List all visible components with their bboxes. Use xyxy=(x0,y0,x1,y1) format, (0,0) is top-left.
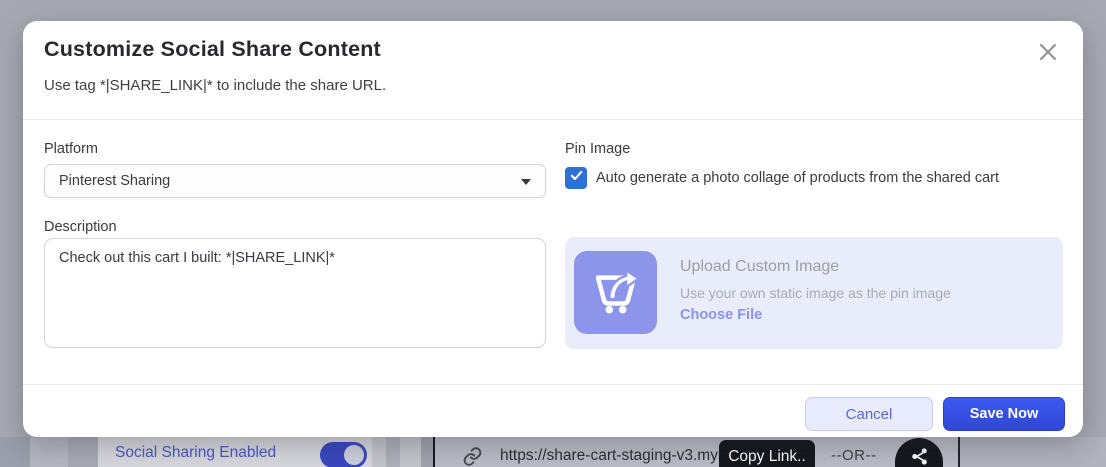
check-icon xyxy=(569,168,584,188)
close-icon xyxy=(1036,40,1060,69)
background-band xyxy=(0,437,30,467)
toggle-knob xyxy=(342,443,366,467)
footer-divider xyxy=(23,384,1083,385)
description-textarea[interactable]: Check out this cart I built: *|SHARE_LIN… xyxy=(44,238,546,348)
share-icon xyxy=(910,447,929,467)
background-band xyxy=(386,437,400,467)
background-band xyxy=(30,437,68,467)
customize-social-share-modal: Customize Social Share Content Use tag *… xyxy=(23,21,1083,437)
platform-selected-value: Pinterest Sharing xyxy=(59,173,171,189)
chevron-down-icon xyxy=(521,179,531,185)
screen: Social Sharing Enabled https://share-car… xyxy=(0,0,1106,467)
pin-image-label: Pin Image xyxy=(565,141,631,157)
close-button[interactable] xyxy=(1035,41,1061,67)
choose-file-link[interactable]: Choose File xyxy=(680,307,762,323)
upload-subtitle: Use your own static image as the pin ima… xyxy=(680,285,951,301)
platform-label: Platform xyxy=(44,141,98,157)
auto-generate-checkbox[interactable] xyxy=(565,167,587,189)
copy-link-button[interactable]: Copy Link.. xyxy=(719,440,815,467)
save-now-button[interactable]: Save Now xyxy=(943,397,1065,431)
platform-select[interactable]: Pinterest Sharing xyxy=(44,164,546,198)
or-separator-label: --OR-- xyxy=(831,447,877,464)
auto-generate-checkbox-label: Auto generate a photo collage of product… xyxy=(596,170,1000,186)
background-band xyxy=(960,437,1106,467)
link-icon xyxy=(462,446,483,467)
modal-title: Customize Social Share Content xyxy=(44,37,381,61)
cart-share-icon xyxy=(589,263,643,322)
background-band xyxy=(372,437,386,467)
upload-custom-image-panel: Upload Custom Image Use your own static … xyxy=(565,237,1063,349)
upload-image-tile xyxy=(574,251,657,334)
background-band xyxy=(421,437,433,467)
social-sharing-label: Social Sharing Enabled xyxy=(115,444,277,461)
upload-title: Upload Custom Image xyxy=(680,258,840,275)
share-url-text[interactable]: https://share-cart-staging-v3.mys xyxy=(500,447,726,465)
social-sharing-toggle[interactable] xyxy=(320,442,367,467)
modal-subtitle: Use tag *|SHARE_LINK|* to include the sh… xyxy=(44,77,387,94)
auto-generate-option: Auto generate a photo collage of product… xyxy=(565,167,999,189)
background-band xyxy=(400,437,421,467)
background-band xyxy=(68,437,98,467)
cancel-button[interactable]: Cancel xyxy=(805,397,933,431)
description-label: Description xyxy=(44,219,117,235)
header-divider xyxy=(23,119,1083,120)
